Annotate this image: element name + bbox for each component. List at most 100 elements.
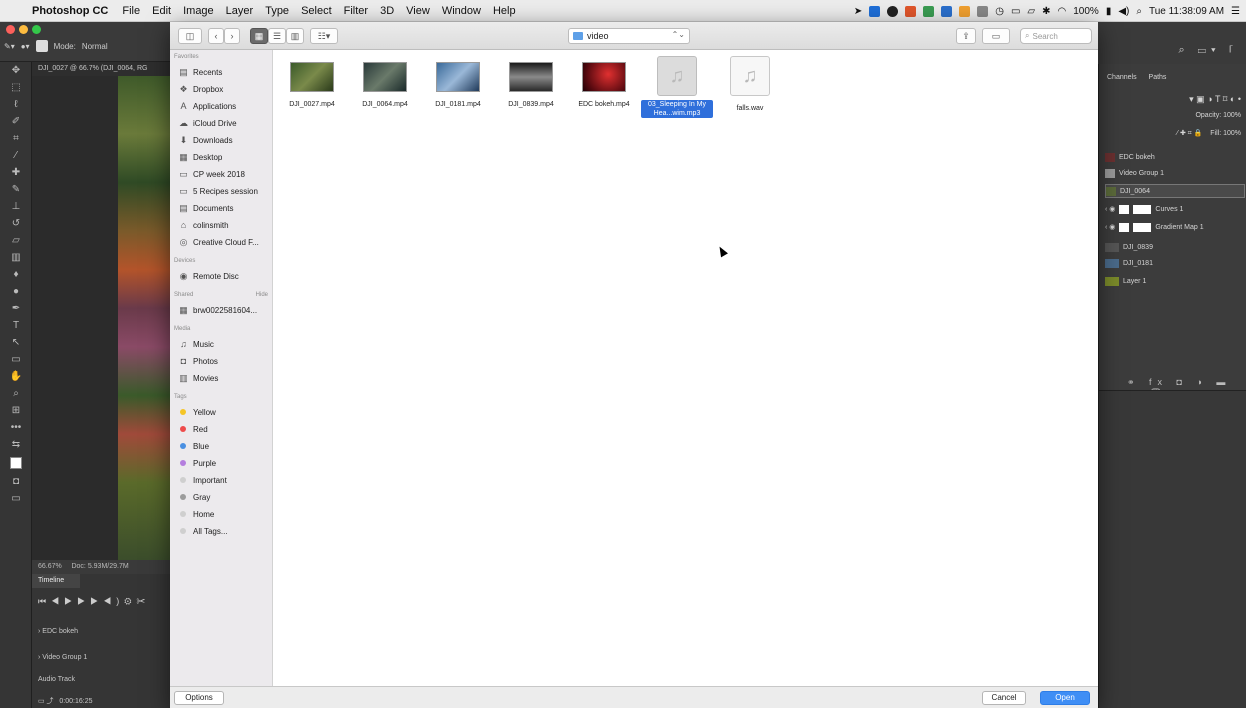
layer-row[interactable]: Layer 1 [1105,274,1241,288]
brush-tool-icon[interactable]: ✎▾ [4,42,15,51]
list-view-button[interactable]: ☰ [268,28,286,44]
tags-button[interactable]: ▭ [982,28,1010,44]
timeline-tab[interactable]: Timeline [32,574,80,588]
tag-blue[interactable]: Blue [178,438,271,454]
share-button[interactable]: ⇪ [956,28,976,44]
menu-image[interactable]: Image [177,5,220,17]
app-status-icon[interactable] [977,5,989,17]
type-tool-icon[interactable]: T [0,317,32,334]
sidebar-item-recipes[interactable]: ▭ 5 Recipes session [178,183,271,199]
tab-channels[interactable]: Channels [1107,74,1137,81]
tab-paths[interactable]: Paths [1149,74,1167,81]
tag-yellow[interactable]: Yellow [178,404,271,420]
path-select-tool-icon[interactable]: ↖ [0,334,32,351]
layer-row[interactable]: DJI_0839 [1105,240,1241,254]
quick-select-tool-icon[interactable]: ✐ [0,113,32,130]
layer-row[interactable]: ‹ ◉ Curves 1 [1105,202,1241,216]
close-window-icon[interactable] [6,25,15,34]
file-item[interactable]: DJI_0181.mp4 [422,56,494,109]
lasso-tool-icon[interactable]: ℓ [0,96,32,113]
file-browser[interactable]: DJI_0027.mp4 DJI_0064.mp4 DJI_0181.mp4 D… [273,50,1098,686]
sidebar-item-server[interactable]: ▦ brw0022581604... [178,302,271,318]
volume-icon[interactable]: ◀) [1118,6,1129,17]
fill-control[interactable]: ⁄ ✚ ⌗ 🔒 Fill: 100% [1105,126,1241,140]
ps-canvas[interactable] [32,76,170,560]
file-item[interactable]: ♫ falls.wav [714,56,786,113]
layer-row-selected[interactable]: DJI_0064 [1105,184,1245,198]
eraser-tool-icon[interactable]: ▱ [0,232,32,249]
mode-value[interactable]: Normal [82,42,108,51]
app-status-icon[interactable] [905,5,917,17]
sidebar-item-dropbox[interactable]: ❖ Dropbox [178,81,271,97]
hand-tool-icon[interactable]: ✋ [0,368,32,385]
sidebar-item-documents[interactable]: ▤ Documents [178,200,271,216]
tag-gray[interactable]: Gray [178,489,271,505]
sidebar-item-remote-disc[interactable]: ◉ Remote Disc [178,268,271,284]
pen-tool-icon[interactable]: ✒ [0,300,32,317]
bluetooth-icon[interactable]: ✱ [1042,6,1050,17]
options-button[interactable]: Options [174,691,224,705]
battery-percent[interactable]: 100% [1073,6,1099,17]
more-tools-icon[interactable]: ••• [0,419,32,436]
history-brush-tool-icon[interactable]: ↺ [0,215,32,232]
airplay-icon[interactable]: ▱ [1027,6,1035,17]
time-machine-icon[interactable]: ◷ [995,6,1004,17]
tag-important[interactable]: Important [178,472,271,488]
folder-popup[interactable]: video ⌃⌄ [568,28,690,44]
sidebar-item-creative-cloud[interactable]: ◎ Creative Cloud F... [178,234,271,250]
tag-all-tags[interactable]: All Tags... [178,523,271,539]
cancel-button[interactable]: Cancel [982,691,1026,705]
shared-hide-button[interactable]: Hide [256,292,268,298]
menu-app-name[interactable]: Photoshop CC [28,5,116,17]
file-item-selected[interactable]: ♫ 03_Sleeping In My Hea...wim.mp3 [641,56,713,120]
sidebar-item-recents[interactable]: ▤ Recents [178,64,271,80]
app-status-icon[interactable] [959,5,971,17]
status-icon[interactable] [887,5,899,17]
column-view-button[interactable]: ▥ [286,28,304,44]
timeline-track[interactable]: › EDC bokeh [38,628,168,642]
sidebar-item-applications[interactable]: A Applications [178,98,271,114]
opacity-control[interactable]: Opacity: 100% [1105,108,1241,122]
eyedropper-tool-icon[interactable]: ⁄ [0,147,32,164]
forward-button[interactable]: › [224,28,240,44]
search-input[interactable]: ⌕ Search [1020,28,1092,44]
eye-icon[interactable]: ‹ ◉ [1105,223,1115,231]
file-item[interactable]: DJI_0027.mp4 [276,56,348,109]
brush-panel-icon[interactable] [35,40,48,52]
doc-size[interactable]: Doc: 5.93M/29.7M [71,563,128,570]
location-icon[interactable]: ➤ [854,6,862,17]
zoom-window-icon[interactable] [32,25,41,34]
app-status-icon[interactable] [923,5,935,17]
display-icon[interactable]: ▭ [1011,6,1020,17]
layer-filter-icons[interactable]: ▾ ▣ ◑ T ⌑ ◐ • [1105,92,1241,106]
menu-3d[interactable]: 3D [374,5,400,17]
timeline-track[interactable]: Audio Track [38,676,168,690]
dropbox-status-icon[interactable] [869,5,881,17]
menu-layer[interactable]: Layer [220,5,260,17]
minimize-window-icon[interactable] [19,25,28,34]
screen-mode-icon[interactable]: ▭ [0,490,32,507]
menu-file[interactable]: File [116,5,146,17]
stamp-tool-icon[interactable]: ⊥ [0,198,32,215]
brush-tool-icon[interactable]: ✎ [0,181,32,198]
icon-view-button[interactable]: ▦ [250,28,268,44]
wifi-icon[interactable]: ◠ [1058,6,1067,17]
sidebar-item-downloads[interactable]: ⬇ Downloads [178,132,271,148]
menu-filter[interactable]: Filter [338,5,374,17]
tag-red[interactable]: Red [178,421,271,437]
sidebar-item-desktop[interactable]: ▦ Desktop [178,149,271,165]
search-icon[interactable]: ⌕ ▭▾ ⌈ [1178,44,1238,57]
group-by-button[interactable]: ☷▾ [310,28,338,44]
menu-help[interactable]: Help [487,5,522,17]
sidebar-item-icloud[interactable]: ☁ iCloud Drive [178,115,271,131]
battery-icon[interactable]: ▮ [1106,6,1112,17]
zoom-tool-icon[interactable]: ⌕ [0,385,32,402]
quick-mask-icon[interactable]: ◘ [0,473,32,490]
crop-tool-icon[interactable]: ⌗ [0,130,32,147]
layer-row[interactable]: ‹ ◉ Gradient Map 1 [1105,220,1241,234]
marquee-tool-icon[interactable]: ⬚ [0,79,32,96]
sidebar-item-cp-week[interactable]: ▭ CP week 2018 [178,166,271,182]
sidebar-item-photos[interactable]: ◘ Photos [178,353,271,369]
sidebar-toggle-icon[interactable]: ◫ [178,28,202,44]
menu-select[interactable]: Select [295,5,338,17]
